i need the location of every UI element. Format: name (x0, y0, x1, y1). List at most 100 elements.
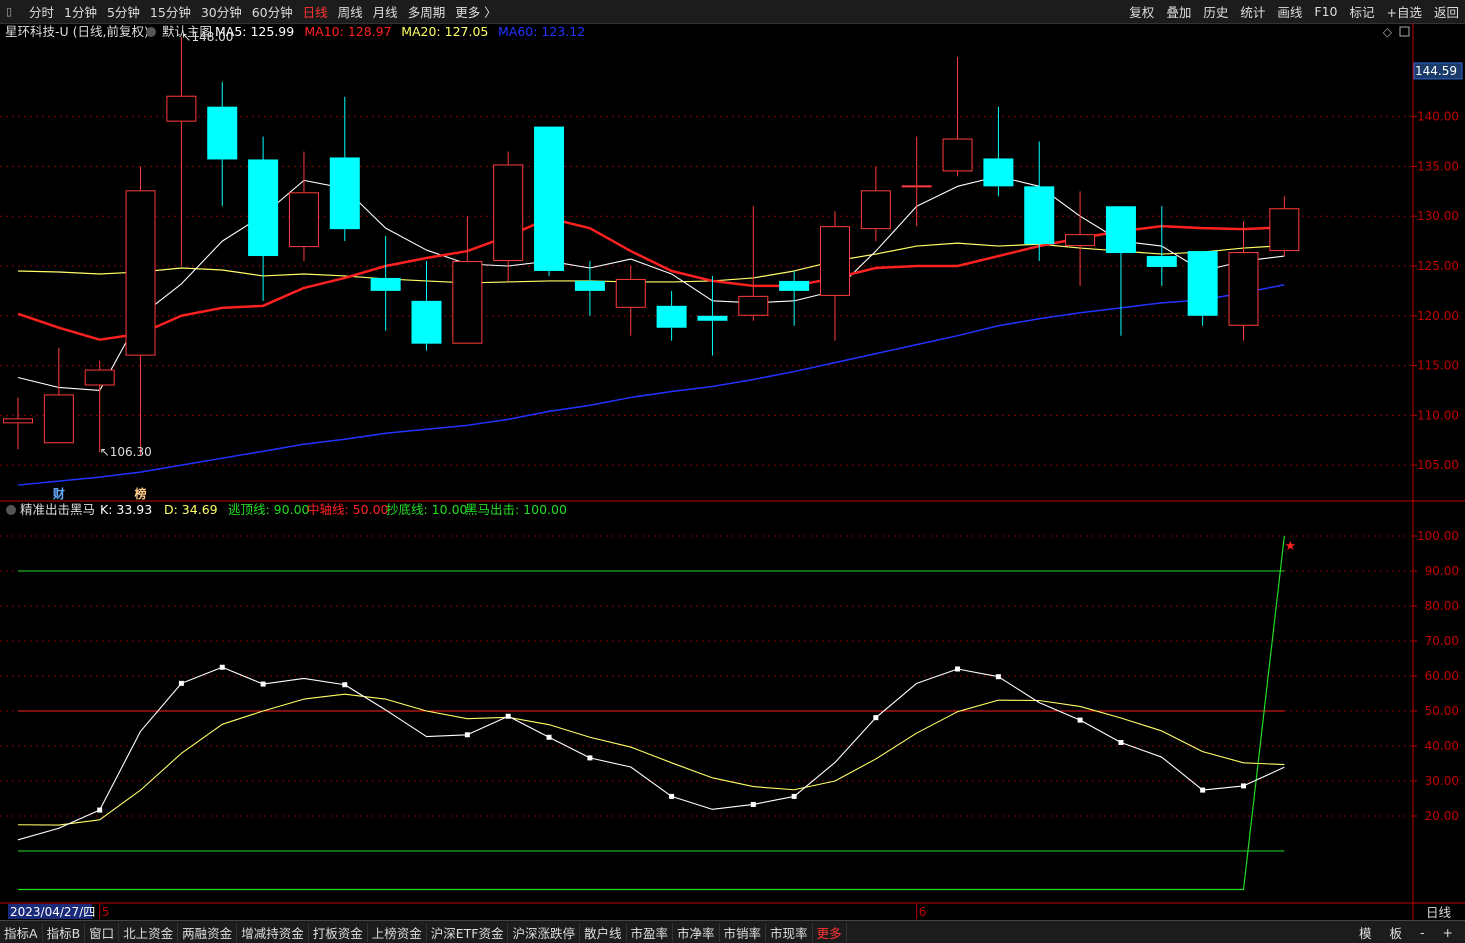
xtick-label: 6 (919, 905, 927, 919)
black-horse-line (18, 535, 1285, 891)
toolbar-actions: 复权 叠加 历史 统计 画线 F10 标记 +自选 返回 (1123, 0, 1465, 23)
toolbar-grip-icon[interactable]: ▯ (6, 5, 20, 19)
k-point-marker (219, 664, 225, 670)
candle-body-down (697, 315, 728, 321)
indicator-ytick-label: 60.00 (1425, 669, 1459, 683)
indicator-tab-1[interactable]: 指标B (43, 922, 86, 942)
indicator-tab-10[interactable]: 散户线 (580, 922, 627, 942)
indicator-tab-14[interactable]: 市现率 (766, 922, 813, 942)
main-ytick-label: 130.00 (1417, 209, 1459, 223)
period-tab-9[interactable]: 多周期 (403, 2, 451, 21)
maximize-icon (1399, 26, 1410, 37)
k-point-marker (464, 732, 470, 738)
indicator-tab-11[interactable]: 市盈率 (627, 922, 674, 942)
k-point-marker (587, 755, 593, 761)
ma-legend-item: MA20: 127.05 (401, 24, 488, 39)
period-tab-8[interactable]: 月线 (368, 2, 403, 21)
candle-body-down (329, 157, 360, 230)
candle-body-up (1065, 234, 1096, 247)
period-tab-3[interactable]: 15分钟 (145, 2, 196, 21)
k-point-marker (505, 713, 511, 719)
indicator-tab-3[interactable]: 北上资金 (119, 922, 179, 942)
indicator-legend-item: K: 33.93 (100, 502, 152, 517)
toolbar-action-1[interactable]: 叠加 (1160, 2, 1197, 21)
period-tab-4[interactable]: 30分钟 (196, 2, 247, 21)
candle-body-down (983, 158, 1014, 187)
indicator-bar-action-0[interactable]: 模 (1355, 923, 1376, 942)
main-ytick-label: 115.00 (1417, 359, 1459, 373)
k-line (17, 666, 1285, 841)
k-point-marker (546, 734, 552, 740)
template-name: 默认主图 (162, 24, 212, 39)
indicator-ytick-label: 70.00 (1425, 634, 1459, 648)
toolbar-action-0[interactable]: 复权 (1123, 2, 1160, 21)
period-tab-10[interactable]: 更多 〉 (450, 2, 501, 21)
candle-body-up (942, 138, 973, 172)
indicator-ytick-label: 100.00 (1417, 529, 1459, 543)
period-tab-0[interactable]: 分时 (24, 2, 59, 21)
indicator-tabs: 指标A 指标B 窗口 北上资金 两融资金 增减持资金 打板资金 上榜资金 沪深ETF资金 沪深涨跌… (0, 922, 847, 942)
template-dropdown-icon (146, 27, 156, 37)
k-point-marker (1241, 783, 1246, 789)
indicator-bar-action-2[interactable]: - (1416, 925, 1429, 940)
indicator-bar-action-3[interactable]: + (1439, 925, 1457, 940)
indicator-tab-7[interactable]: 上榜资金 (368, 922, 427, 942)
k-point-marker (873, 715, 879, 721)
ma5-line (17, 175, 1285, 392)
indicator-tab-9[interactable]: 沪深涨跌停 (508, 922, 580, 942)
candle-body-down (534, 126, 565, 271)
k-point-marker (97, 807, 103, 813)
indicator-bar-actions: 模板 - + (1355, 921, 1465, 943)
indicator-tab-4[interactable]: 两融资金 (178, 922, 238, 942)
period-tab-1[interactable]: 1分钟 (59, 2, 102, 21)
main-ytick-label: 120.00 (1417, 309, 1459, 323)
indicator-ytick-label: 90.00 (1425, 564, 1459, 578)
toolbar-action-8[interactable]: 返回 (1428, 2, 1465, 21)
toolbar-action-7[interactable]: +自选 (1381, 2, 1428, 21)
toolbar-action-2[interactable]: 历史 (1197, 2, 1234, 21)
ma-legend-item: MA10: 128.97 (304, 24, 391, 39)
candle-body-down (656, 305, 687, 328)
indicator-tab-0[interactable]: 指标A (0, 922, 43, 942)
toolbar-action-3[interactable]: 统计 (1234, 2, 1271, 21)
indicator-tab-6[interactable]: 打板资金 (309, 922, 368, 942)
indicator-ytick-label: 30.00 (1425, 774, 1459, 788)
main-ytick-label: 110.00 (1417, 408, 1459, 422)
indicator-bar-action-1[interactable]: 板 (1385, 923, 1406, 942)
event-marker: 财 (52, 486, 65, 501)
indicator-legend-item: 中轴线: 50.00 (307, 502, 389, 517)
diamond-icon: ◇ (1383, 25, 1393, 39)
period-tab-5[interactable]: 60分钟 (247, 2, 298, 21)
ma20-line (17, 242, 1285, 284)
indicator-legend-item: 逃顶线: 90.00 (228, 502, 310, 517)
candle-body-up (288, 192, 319, 248)
period-toolbar: ▯ 分时 1分钟 5分钟 15分钟 30分钟 60分钟 日线 周线 月线 多周期 更多 〉 复权 叠加… (0, 0, 1465, 24)
candle-body-down (1187, 251, 1218, 316)
candle-body-up (1228, 252, 1259, 326)
toolbar-action-4[interactable]: 画线 (1271, 2, 1308, 21)
indicator-tab-8[interactable]: 沪深ETF资金 (427, 922, 509, 942)
candle-body-down (1105, 206, 1136, 254)
candle-body-up (820, 226, 850, 296)
indicator-tab-12[interactable]: 市净率 (673, 922, 720, 942)
candle-body-up (1269, 208, 1300, 252)
xtick-label: 5 (102, 905, 110, 919)
candle-body-up (615, 278, 646, 308)
period-tab-7[interactable]: 周线 (333, 2, 368, 21)
indicator-tab-13[interactable]: 市销率 (720, 922, 767, 942)
candle-body-down (779, 280, 810, 291)
chart-title: 星环科技-U (日线,前复权) (5, 24, 149, 39)
candle-body-down (574, 280, 605, 291)
indicator-tab-15[interactable]: 更多 (813, 922, 847, 942)
stock-chart[interactable]: 105.00 110.00 115.00 120.00 125.00 130.00 135.… (0, 23, 1465, 920)
toolbar-action-5[interactable]: F10 (1308, 4, 1343, 19)
period-tab-6[interactable]: 日线 (298, 2, 333, 21)
toolbar-action-6[interactable]: 标记 (1343, 2, 1380, 21)
period-tab-2[interactable]: 5分钟 (102, 2, 145, 21)
indicator-dropdown-icon (6, 505, 16, 515)
k-point-marker (1118, 740, 1124, 745)
indicator-tab-2[interactable]: 窗口 (85, 922, 120, 942)
indicator-tab-5[interactable]: 增减持资金 (237, 922, 309, 942)
candle-body-up (452, 261, 483, 344)
period-label: 日线 (1426, 905, 1452, 920)
